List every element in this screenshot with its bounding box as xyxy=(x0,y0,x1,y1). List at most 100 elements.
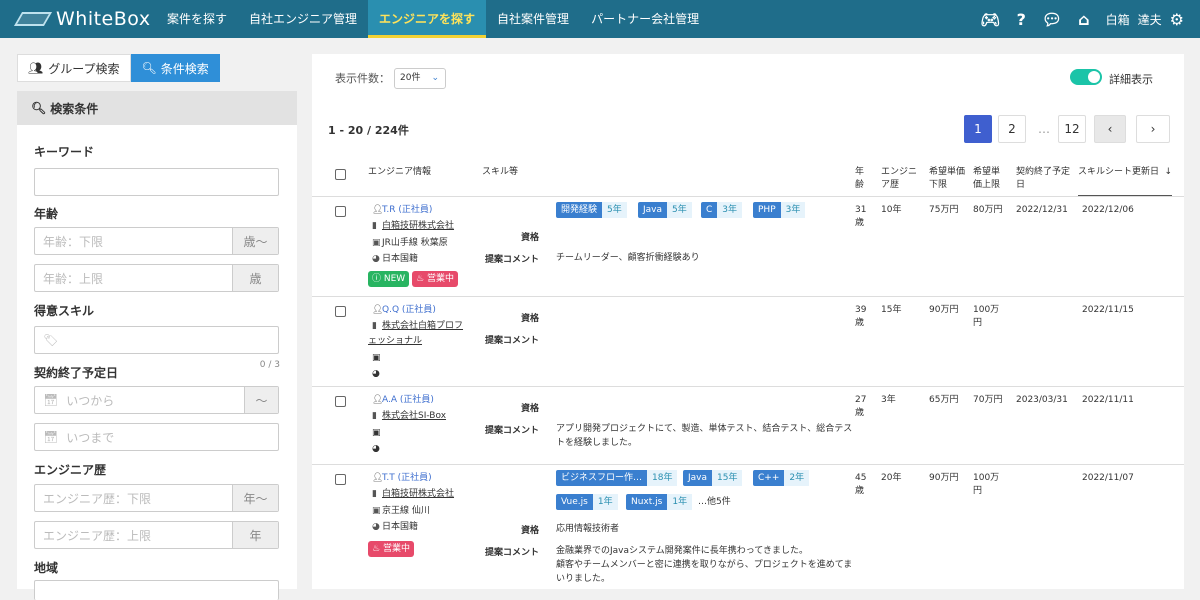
table-row[interactable]: 👤︎T.T (正社員) ▮ 白箱技研株式会社 ▣京王線 仙川 ◕ 日本国籍 ♨ 営業… xyxy=(312,464,1184,589)
user-icon: 👤︎ xyxy=(372,305,384,315)
station-text: JR山手線 秋葉原 xyxy=(382,238,448,248)
home-icon[interactable]: ⌂ xyxy=(1078,10,1089,29)
train-icon: ▣ xyxy=(372,506,381,516)
age-value: 31 xyxy=(855,205,867,215)
col-price-max[interactable]: 希望単価上限 xyxy=(973,166,1007,192)
price-min-value: 75万円 xyxy=(929,205,959,215)
engineer-company[interactable]: ▮ 白箱技研株式会社 xyxy=(372,488,454,501)
age-max-input[interactable]: 年齢：上限 歳 xyxy=(34,264,279,292)
age-min-input[interactable]: 年齢：下限 歳〜 xyxy=(34,227,279,255)
contract-to-input[interactable]: 📅︎ いつまで xyxy=(34,423,279,451)
chat-icon[interactable]: 💬︎ xyxy=(1042,10,1062,29)
toggle-knob xyxy=(1088,71,1100,83)
keyword-input[interactable] xyxy=(34,168,279,196)
row-checkbox[interactable] xyxy=(335,206,346,217)
help-icon[interactable]: ? xyxy=(1017,10,1026,29)
from-placeholder: いつから xyxy=(66,393,115,408)
skill-tag-years: 15年 xyxy=(712,470,743,486)
skill-tag: Vue.js 1年 xyxy=(556,494,618,510)
nav-own-engineers[interactable]: 自社エンジニア管理 xyxy=(238,0,368,38)
gear-icon[interactable]: ⚙ xyxy=(1170,10,1184,29)
more-skills-link[interactable]: …他5件 xyxy=(698,496,731,509)
skill-input[interactable]: 🏷︎ xyxy=(34,326,279,354)
qualification-label: 資格 xyxy=(520,233,539,243)
skill-tag-years: 5年 xyxy=(667,202,692,218)
left-panel: 👥︎ グループ検索 🔍︎ 条件検索 🔍︎ 検索条件 キーワード 年齢 年齢：下限 歳〜 … xyxy=(17,54,297,600)
col-skills[interactable]: スキル等 xyxy=(482,166,518,179)
row-checkbox[interactable] xyxy=(335,306,346,317)
skill-tag-name: 開発経験 xyxy=(556,202,603,218)
engineer-company-cont[interactable]: ェッショナル xyxy=(368,335,422,348)
nav-find-engineers[interactable]: エンジニアを探す xyxy=(368,0,487,38)
user-lastname[interactable]: 白箱 xyxy=(1106,11,1130,28)
exp-min-input[interactable]: エンジニア歴：下限 年〜 xyxy=(34,484,279,512)
skill-tag-name: Java xyxy=(683,470,713,486)
engineer-name[interactable]: 👤︎T.T (正社員) xyxy=(372,472,432,485)
user-icon: 👤︎ xyxy=(372,473,384,483)
logo-mark-icon xyxy=(13,12,53,26)
row-checkbox[interactable] xyxy=(335,474,346,485)
engineer-company[interactable]: ▮ 株式会社白箱プロフ xyxy=(372,320,463,333)
sheet-updated-value: 2022/11/07 xyxy=(1082,473,1134,483)
next-page-button[interactable]: › xyxy=(1136,115,1170,143)
nav-find-projects[interactable]: 案件を探す xyxy=(156,0,238,38)
nav-partners[interactable]: パートナー会社管理 xyxy=(580,0,710,38)
proposal-comment: 金融業界でのJavaシステム開発案件に長年携わってきました。 xyxy=(556,546,809,556)
search-conditions-panel: 🔍︎ 検索条件 キーワード 年齢 年齢：下限 歳〜 年齢：上限歳 得意スキル 🏷︎ … xyxy=(17,91,297,600)
table-row[interactable]: 👤︎Q.Q (正社員) ▮ 株式会社白箱プロフ ェッショナル ▣ ◕ 資格 提案コ… xyxy=(312,296,1184,386)
skill-tag: PHP 3年 xyxy=(753,202,806,218)
gamepad-icon[interactable]: 🎮︎ xyxy=(980,10,1000,29)
tag-icon: 🏷︎ xyxy=(43,333,59,347)
col-experience[interactable]: エンジニア歴 xyxy=(881,166,917,192)
qualification-label: 資格 xyxy=(520,404,539,414)
condition-search-tab[interactable]: 🔍︎ 条件検索 xyxy=(130,54,220,82)
row-checkbox[interactable] xyxy=(335,396,346,407)
group-search-tab[interactable]: 👥︎ グループ検索 xyxy=(17,54,131,82)
nav-own-projects[interactable]: 自社案件管理 xyxy=(486,0,580,38)
sheet-updated-value: 2022/12/06 xyxy=(1082,205,1134,215)
company-text: 白箱技研株式会社 xyxy=(382,489,455,499)
page-12[interactable]: 12 xyxy=(1058,115,1086,143)
user-icon: 👤︎ xyxy=(372,205,384,215)
nationality-text: 日本国籍 xyxy=(382,522,419,532)
logo[interactable]: WhiteBox xyxy=(13,8,156,30)
skill-tag: Java 15年 xyxy=(683,470,743,486)
age-value: 27 xyxy=(855,395,867,405)
col-age[interactable]: 年齢 xyxy=(855,166,867,192)
new-badge: ⓘ NEW xyxy=(368,271,410,287)
company-text: 株式会社SI-Box xyxy=(382,411,447,421)
chevron-right-icon: › xyxy=(1150,122,1156,136)
exp-max-suffix: 年 xyxy=(232,522,278,548)
region-input[interactable] xyxy=(34,580,279,600)
engineer-name[interactable]: 👤︎T.R (正社員) xyxy=(372,204,432,217)
exp-min-suffix: 年〜 xyxy=(232,485,278,511)
skill-tag-years: 5年 xyxy=(602,202,627,218)
users-icon: 👥︎ xyxy=(28,61,44,75)
prev-page-button[interactable]: ‹ xyxy=(1094,115,1126,143)
age-value: 45 xyxy=(855,473,867,483)
col-sheet-updated[interactable]: スキルシート更新日 ↓ xyxy=(1078,166,1172,196)
col-engineer-info[interactable]: エンジニア情報 xyxy=(368,166,431,179)
price-max-unit: 円 xyxy=(973,486,983,496)
page-2[interactable]: 2 xyxy=(998,115,1026,143)
exp-min-placeholder: エンジニア歴：下限 xyxy=(43,491,152,506)
contract-from-input[interactable]: 📅︎ いつから 〜 xyxy=(34,386,279,414)
select-all-checkbox[interactable] xyxy=(335,169,346,180)
table-row[interactable]: 👤︎A.A (正社員) ▮ 株式会社SI-Box ▣ ◕ 資格 提案コメント アプ… xyxy=(312,386,1184,464)
exp-max-input[interactable]: エンジニア歴：上限 年 xyxy=(34,521,279,549)
engineer-name[interactable]: 👤︎A.A (正社員) xyxy=(372,394,434,407)
skill-tag-name: ビジネスフロー作… xyxy=(556,470,648,486)
keyword-label: キーワード xyxy=(34,145,95,159)
col-price-min[interactable]: 希望単価下限 xyxy=(929,166,965,192)
qualification-value: 応用情報技術者 xyxy=(556,524,620,534)
perpage-select[interactable]: 20件 ⌄ xyxy=(394,68,446,89)
table-row[interactable]: 👤︎T.R (正社員) ▮ 白箱技研株式会社 ▣JR山手線 秋葉原 ◕ 日本国籍 ⓘ… xyxy=(312,196,1184,296)
page-1[interactable]: 1 xyxy=(964,115,992,143)
col-contract-end[interactable]: 契約終了予定日 xyxy=(1016,166,1072,192)
detail-toggle[interactable] xyxy=(1070,69,1102,85)
engineer-company[interactable]: ▮ 白箱技研株式会社 xyxy=(372,220,454,233)
globe-icon: ◕ xyxy=(372,444,380,454)
engineer-name[interactable]: 👤︎Q.Q (正社員) xyxy=(372,304,436,317)
engineer-company[interactable]: ▮ 株式会社SI-Box xyxy=(372,410,446,423)
user-firstname[interactable]: 達夫 xyxy=(1138,11,1162,28)
